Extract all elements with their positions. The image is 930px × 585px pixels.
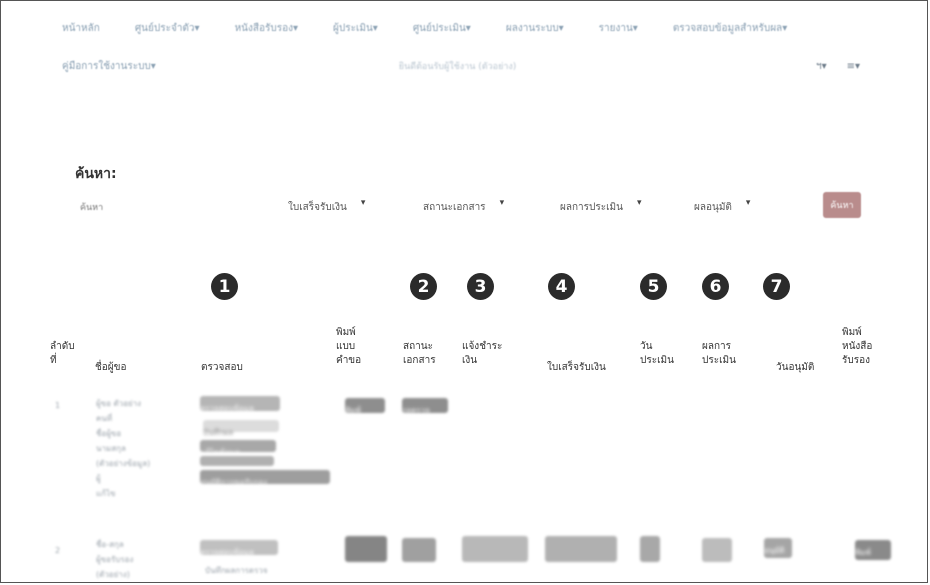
badge-4: 4 — [548, 273, 575, 300]
badge-5: 5 — [640, 273, 667, 300]
nav-item-system[interactable]: ผลงานระบบ▾ — [506, 21, 564, 36]
badge-3: 3 — [467, 273, 494, 300]
header-payment-notice: แจ้งชำระ เงิน — [462, 341, 503, 366]
nav-item-home[interactable]: หน้าหลัก — [62, 21, 100, 36]
row1-save-button[interactable]: บันทึกผล — [203, 420, 279, 437]
top-navigation: หน้าหลัก ศูนย์ประจำตัว▾ หนังสือรับรอง▾ ผ… — [40, 8, 900, 84]
filter-receipt-label: ใบเสร็จรับเงิน — [288, 202, 347, 213]
caret-icon: ▾ — [636, 198, 642, 208]
nav-item-report[interactable]: รายงาน▾ — [599, 21, 638, 36]
row1-doc-status-badge: รอตรวจ — [402, 398, 448, 415]
filter-assessment-result-label: ผลการประเมิน — [560, 202, 623, 213]
row1-check-button-label: ตรวจสอบข้อมูล — [200, 404, 254, 413]
header-check: ตรวจสอบ — [201, 362, 243, 373]
nav-right-group: ฯ▾ ≡▾ — [802, 48, 860, 84]
row1-save-button-label: บันทึกผล — [203, 428, 234, 437]
row2-check-button[interactable]: ตรวจสอบข้อมูล — [200, 540, 278, 557]
badge-1: 1 — [211, 273, 238, 300]
caret-icon: ▾ — [745, 198, 751, 208]
filter-doc-status[interactable]: สถานะเอกสาร ▾ — [423, 198, 505, 215]
header-index: ลำดับ ที่ — [50, 341, 75, 366]
row2-applicant-name: ชื่อ-สกุล ผู้ขอรับรอง (ตัวอย่าง) — [96, 540, 134, 579]
filter-assessment-result[interactable]: ผลการประเมิน ▾ — [560, 198, 642, 215]
nav-row-1: หน้าหลัก ศูนย์ประจำตัว▾ หนังสือรับรอง▾ ผ… — [40, 8, 900, 48]
row1-print-form-label: พิมพ์ — [345, 406, 361, 415]
row1-approve-button[interactable]: อนุมัติการขอรับรอง — [200, 470, 330, 487]
badge-6: 6 — [702, 273, 729, 300]
row2-assessment-date-block — [640, 536, 660, 562]
header-print-certificate: พิมพ์ หนังสือ รับรอง — [842, 327, 873, 366]
search-row: ใบเสร็จรับเงิน ▾ สถานะเอกสาร ▾ ผลการประเมิ… — [78, 190, 878, 224]
row1-approve-button-label: อนุมัติการขอรับรอง — [200, 478, 268, 487]
header-applicant-name: ชื่อผู้ขอ — [95, 362, 127, 373]
row2-approve-date-label: อนุมัติ — [764, 546, 785, 555]
welcome-text: ยินดีต้อนรับผู้ใช้งาน (ตัวอย่าง) — [398, 62, 517, 72]
nav-item-assessor[interactable]: ผู้ประเมิน▾ — [333, 21, 378, 36]
caret-icon: ▾ — [360, 198, 366, 208]
row1-index: 1 — [55, 401, 61, 410]
header-assessment-result: ผลการ ประเมิน — [702, 341, 736, 366]
nav-item-data-check[interactable]: ตรวจสอบข้อมูลสำหรับผล▾ — [673, 21, 787, 36]
row1-doc-status-label: รอตรวจ — [402, 406, 430, 415]
filter-approval[interactable]: ผลอนุมัติ ▾ — [694, 198, 751, 215]
row1-edit-button[interactable]: แก้ไขข้อมูล — [200, 440, 276, 457]
row2-receipt-block[interactable] — [545, 536, 617, 562]
nav-row-2: คู่มือการใช้งานระบบ▾ ยินดีต้อนรับผู้ใช้ง… — [40, 48, 900, 84]
header-approval-date: วันอนุมัติ — [776, 362, 815, 373]
badge-2: 2 — [410, 273, 437, 300]
nav-item-applicant[interactable]: ศูนย์ประจำตัว▾ — [135, 21, 200, 36]
nav-item-manual[interactable]: คู่มือการใช้งานระบบ▾ — [62, 59, 156, 74]
row2-print-certificate-button[interactable]: พิมพ์ — [855, 540, 891, 560]
nav-item-assessment-center[interactable]: ศูนย์ประเมิน▾ — [413, 21, 471, 36]
filter-receipt[interactable]: ใบเสร็จรับเงิน ▾ — [288, 198, 366, 215]
search-button[interactable]: ค้นหา — [823, 192, 861, 218]
header-print-form: พิมพ์ แบบ คำขอ — [336, 327, 362, 366]
row1-applicant-name: ผู้ขอ ตัวอย่าง คนที่ ชื่อผู้ขอ นามสกุล (… — [96, 399, 151, 498]
row2-doc-status-block — [402, 538, 436, 562]
row2-check-button-label: ตรวจสอบข้อมูล — [200, 548, 254, 557]
row2-print-certificate-label: พิมพ์ — [855, 548, 871, 557]
row2-print-form-block[interactable] — [345, 536, 387, 562]
row1-print-form-button[interactable]: พิมพ์ — [345, 398, 385, 415]
row2-assessment-result-block — [702, 538, 732, 562]
user-menu-dropdown[interactable]: ≡▾ — [847, 61, 860, 72]
row2-index: 2 — [55, 546, 61, 555]
badge-7: 7 — [763, 273, 790, 300]
nav-item-certificate[interactable]: หนังสือรับรอง▾ — [235, 21, 298, 36]
filter-doc-status-label: สถานะเอกสาร — [423, 202, 486, 213]
filter-approval-label: ผลอนุมัติ — [694, 202, 732, 213]
row1-extra-bar — [200, 456, 274, 466]
header-doc-status: สถานะ เอกสาร — [403, 341, 436, 366]
row2-approve-date: อนุมัติ — [764, 538, 792, 558]
row2-check-sub: บันทึกผลการตรวจ — [205, 566, 268, 575]
row2-payment-block[interactable] — [462, 536, 528, 562]
header-assessment-date: วัน ประเมิน — [640, 341, 674, 366]
search-input[interactable] — [78, 196, 232, 218]
language-dropdown[interactable]: ฯ▾ — [816, 59, 827, 74]
search-title: ค้นหา: — [75, 166, 117, 182]
row1-check-button[interactable]: ตรวจสอบข้อมูล — [200, 396, 280, 413]
header-receipt: ใบเสร็จรับเงิน — [547, 362, 606, 373]
caret-icon: ▾ — [499, 198, 505, 208]
